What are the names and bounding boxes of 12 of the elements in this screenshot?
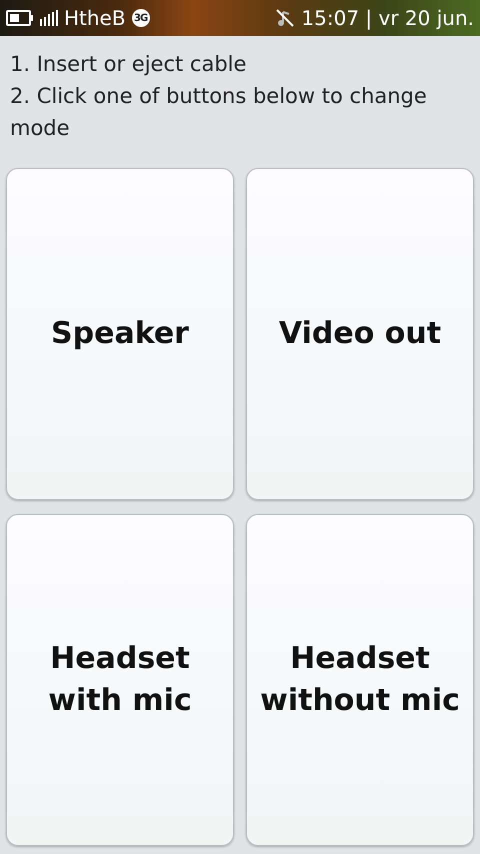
signal-icon (40, 10, 58, 26)
battery-icon (6, 10, 34, 26)
mode-button[interactable]: Speaker (6, 168, 234, 500)
mode-button[interactable]: Headset with mic (6, 514, 234, 846)
operator-name: HtheB (64, 6, 126, 30)
clock-date: 15:07 | vr 20 jun. (301, 6, 474, 30)
instruction-text: 1. Insert or eject cable (10, 51, 248, 78)
network-badge: 3G (132, 9, 150, 27)
mode-button[interactable]: Headset without mic (246, 514, 474, 846)
mode-button[interactable]: Video out (246, 168, 474, 500)
muted-music-icon (275, 8, 296, 28)
instruction-text: 2. Click one of buttons below to change mode (10, 83, 428, 142)
